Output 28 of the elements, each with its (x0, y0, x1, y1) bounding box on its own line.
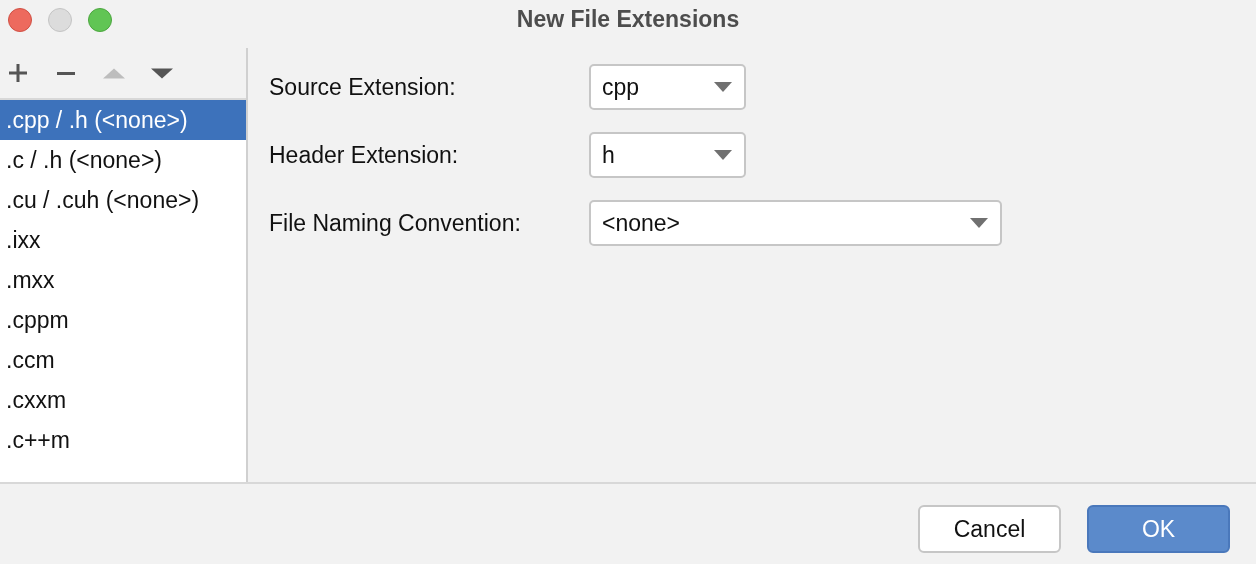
dropdown[interactable]: h (589, 132, 746, 178)
extension-list-item[interactable]: .cu / .cuh (<none>) (0, 180, 246, 220)
field-label: File Naming Convention: (269, 209, 522, 237)
extension-list-item[interactable]: .ixx (0, 220, 246, 260)
dropdown-arrow-icon (714, 150, 732, 160)
cancel-button[interactable]: Cancel (918, 505, 1061, 553)
extension-list-item[interactable]: .ccm (0, 340, 246, 380)
dropdown[interactable]: <none> (589, 200, 1002, 246)
extension-list-item[interactable]: .cppm (0, 300, 246, 340)
extension-list-item[interactable]: .c / .h (<none>) (0, 140, 246, 180)
dropdown[interactable]: cpp (589, 64, 746, 110)
window-title: New File Extensions (516, 5, 740, 33)
triangle-down-icon (151, 67, 173, 79)
add-button[interactable] (7, 62, 29, 84)
field-label: Source Extension: (269, 73, 457, 101)
zoom-button[interactable] (88, 8, 112, 32)
extension-list-item[interactable]: .mxx (0, 260, 246, 300)
triangle-up-icon (103, 67, 125, 79)
extension-list-item[interactable]: .c++m (0, 420, 246, 460)
plus-icon (7, 62, 29, 84)
minus-icon (55, 71, 77, 75)
extension-list-item[interactable]: .cxxm (0, 380, 246, 420)
ok-button[interactable]: OK (1087, 505, 1230, 553)
field-label: Header Extension: (269, 141, 460, 169)
extension-list-item[interactable]: .cpp / .h (<none>) (0, 100, 246, 140)
dropdown-arrow-icon (970, 218, 988, 228)
dropdown-arrow-icon (714, 82, 732, 92)
close-button[interactable] (8, 8, 32, 32)
